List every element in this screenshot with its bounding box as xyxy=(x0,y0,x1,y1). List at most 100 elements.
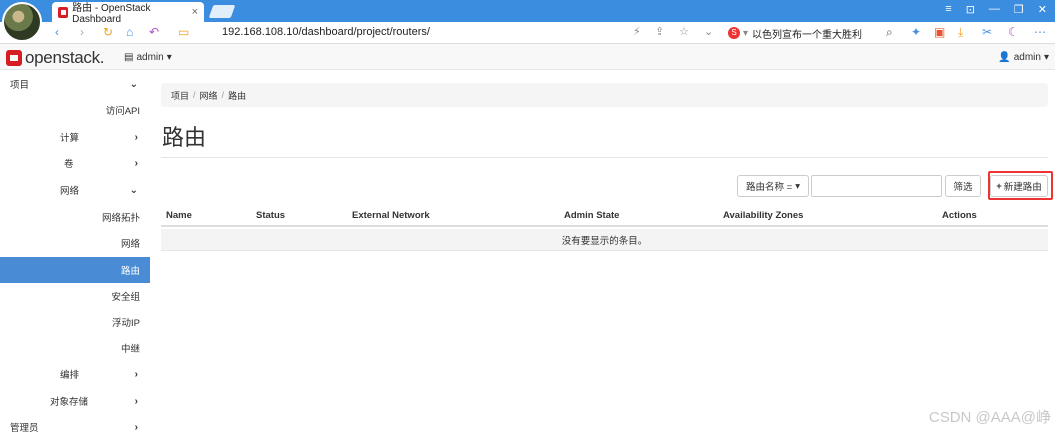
chevron-right-icon: › xyxy=(135,158,138,169)
openstack-header: openstack. ▤ admin ▾ 👤 admin ▾ xyxy=(0,44,1055,70)
search-text: 以色列宣布一个重大胜利 xyxy=(752,26,862,41)
project-dropdown[interactable]: ▤ admin ▾ xyxy=(124,52,172,63)
column-header-actions: Actions xyxy=(942,210,977,221)
caret-down-icon: ▾ xyxy=(167,52,172,63)
search-engine-dropdown-icon[interactable]: ▾ xyxy=(743,28,748,39)
caret-down-icon: ▾ xyxy=(1044,52,1049,63)
sidebar-item-label: 浮动IP xyxy=(112,315,140,329)
lightning-icon[interactable]: ⚡ xyxy=(633,25,641,38)
openstack-logo-icon xyxy=(6,50,22,66)
openstack-logo-text: openstack. xyxy=(25,48,104,68)
share-icon[interactable]: ⇪ xyxy=(655,25,664,38)
search-box[interactable]: S ▾ 以色列宣布一个重大胜利 xyxy=(728,25,900,41)
sidebar-item-label: 访问API xyxy=(106,103,140,117)
create-router-label: 新建路由 xyxy=(1004,179,1042,193)
sidebar-item-label: 路由 xyxy=(121,263,140,277)
sidebar-item-trunks[interactable]: 中继 xyxy=(0,335,150,361)
star-icon[interactable]: ☆ xyxy=(679,25,689,38)
download-icon[interactable]: ⤓ xyxy=(958,25,963,40)
sidebar-item-label: 管理员 xyxy=(10,420,39,434)
moon-icon[interactable]: ☾ xyxy=(1008,25,1019,39)
new-tab-button[interactable] xyxy=(209,5,236,18)
address-bar: ‹ › ↻ ⌂ ↶ ▭ 192.168.108.10/dashboard/pro… xyxy=(0,22,1055,44)
game-extension-icon[interactable]: ▣ xyxy=(934,25,945,39)
close-window-icon[interactable]: ✕ xyxy=(1038,3,1047,16)
back-icon[interactable]: ‹ xyxy=(55,25,59,39)
search-icon[interactable]: ⌕ xyxy=(886,25,893,40)
breadcrumb-item: 路由 xyxy=(228,89,246,102)
sidebar-item-network-topology[interactable]: 网络拓扑 xyxy=(0,204,150,230)
chevron-right-icon: › xyxy=(135,396,138,407)
tab-close-icon[interactable]: × xyxy=(192,6,198,18)
sidebar-item-label: 编排 xyxy=(60,367,79,381)
project-icon: ▤ xyxy=(124,52,133,63)
sidebar-item-networks[interactable]: 网络 xyxy=(0,230,150,256)
skin-icon[interactable]: ⊡ xyxy=(966,3,975,16)
sidebar-item-compute[interactable]: 计算 › xyxy=(0,124,150,150)
sidebar-item-volumes[interactable]: 卷 › xyxy=(0,150,150,176)
sidebar-item-floating-ips[interactable]: 浮动IP xyxy=(0,309,150,335)
table-empty-row: 没有要显示的条目。 xyxy=(161,229,1048,251)
sidebar-item-label: 网络 xyxy=(121,236,140,250)
scissors-icon[interactable]: ✂ xyxy=(982,25,992,39)
sidebar: 项目 ⌄ 访问API 计算 › 卷 › 网络 ⌄ 网络拓扑 网络 路由 安全组 … xyxy=(0,71,150,433)
watermark: CSDN @AAA@峥 xyxy=(929,406,1051,427)
project-label: admin xyxy=(136,52,163,63)
filter-input[interactable] xyxy=(811,175,942,197)
sidebar-item-project[interactable]: 项目 ⌄ xyxy=(0,71,150,97)
filter-field-dropdown[interactable]: 路由名称 = ▾ xyxy=(737,175,809,197)
sidebar-item-label: 安全组 xyxy=(111,289,140,303)
sidebar-item-api-access[interactable]: 访问API xyxy=(0,97,150,123)
search-engine-icon[interactable]: S xyxy=(728,27,740,39)
sidebar-item-security-groups[interactable]: 安全组 xyxy=(0,283,150,309)
address-dropdown-icon[interactable]: ⌄ xyxy=(704,25,713,38)
sidebar-item-admin[interactable]: 管理员 › xyxy=(0,414,150,440)
restore-icon[interactable]: ❐ xyxy=(1014,3,1024,16)
openstack-logo[interactable]: openstack. xyxy=(6,48,104,68)
create-router-button[interactable]: + 新建路由 xyxy=(990,175,1048,197)
chevron-right-icon: › xyxy=(135,422,138,433)
column-header-status[interactable]: Status xyxy=(256,210,285,221)
breadcrumb-item[interactable]: 项目 xyxy=(171,89,189,102)
sidebar-item-label: 对象存储 xyxy=(50,394,88,408)
sidebar-item-network[interactable]: 网络 ⌄ xyxy=(0,177,150,203)
column-header-availability-zones[interactable]: Availability Zones xyxy=(723,210,803,221)
url-text[interactable]: 192.168.108.10/dashboard/project/routers… xyxy=(222,26,430,38)
minimize-icon[interactable]: — xyxy=(989,3,1000,16)
sidebar-item-routers[interactable]: 路由 xyxy=(0,257,150,283)
column-header-external-network[interactable]: External Network xyxy=(352,210,430,221)
column-header-name[interactable]: Name xyxy=(166,210,192,221)
divider xyxy=(161,157,1048,158)
filter-button[interactable]: 筛选 xyxy=(945,175,981,197)
breadcrumb-separator: / xyxy=(193,90,196,100)
forward-icon[interactable]: › xyxy=(80,25,84,39)
reload-icon[interactable]: ↻ xyxy=(103,25,113,39)
menu-icon[interactable]: ≡ xyxy=(945,3,951,16)
more-icon[interactable]: ⋯ xyxy=(1034,25,1046,39)
chevron-down-icon: ⌄ xyxy=(130,185,138,196)
bird-extension-icon[interactable]: ✦ xyxy=(911,25,921,39)
window-controls: ≡ ⊡ — ❐ ✕ xyxy=(945,3,1047,16)
chevron-right-icon: › xyxy=(135,132,138,143)
user-dropdown[interactable]: 👤 admin ▾ xyxy=(998,52,1049,63)
table-header: Name Status External Network Admin State… xyxy=(161,204,1048,227)
breadcrumb: 项目 / 网络 / 路由 xyxy=(161,83,1048,107)
openstack-favicon-icon xyxy=(58,7,68,18)
undo-icon[interactable]: ↶ xyxy=(149,25,159,39)
chevron-down-icon: ⌄ xyxy=(130,79,138,90)
sidebar-item-object-store[interactable]: 对象存储 › xyxy=(0,388,150,414)
chevron-right-icon: › xyxy=(135,369,138,380)
bookmarks-icon[interactable]: ▭ xyxy=(178,25,189,39)
browser-tab-active[interactable]: 路由 - OpenStack Dashboard × xyxy=(52,2,204,22)
user-avatar[interactable] xyxy=(2,2,42,42)
sidebar-item-label: 网络 xyxy=(60,183,79,197)
plus-icon: + xyxy=(996,181,1002,192)
breadcrumb-item[interactable]: 网络 xyxy=(200,89,218,102)
user-label: admin xyxy=(1014,52,1041,63)
page-title: 路由 xyxy=(162,120,206,152)
sidebar-item-orchestration[interactable]: 编排 › xyxy=(0,361,150,387)
home-icon[interactable]: ⌂ xyxy=(126,25,133,39)
breadcrumb-separator: / xyxy=(222,90,225,100)
column-header-admin-state[interactable]: Admin State xyxy=(564,210,619,221)
sidebar-item-label: 卷 xyxy=(64,156,74,170)
